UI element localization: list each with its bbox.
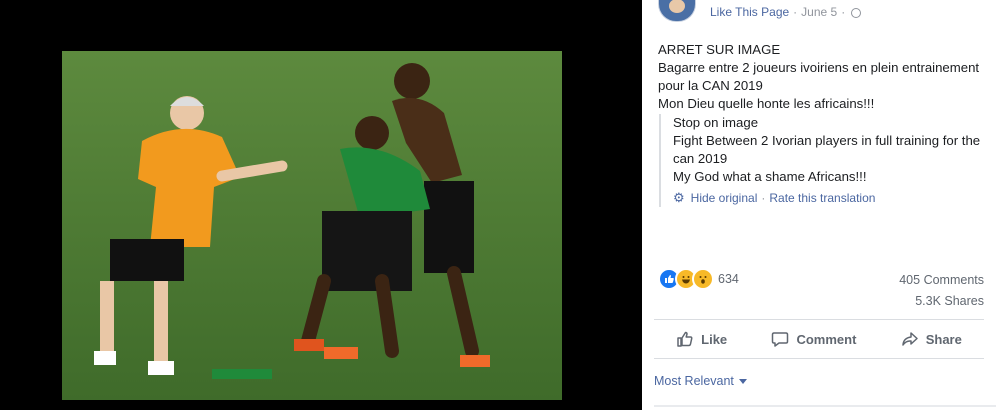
rate-translation-link[interactable]: Rate this translation [769,189,875,207]
post-text-line: Bagarre entre 2 joueurs ivoiriens en ple… [658,60,980,93]
translation-line: Stop on image [673,115,759,130]
like-page-link[interactable]: Like This Page [710,5,789,19]
share-label: Share [925,331,962,347]
translation-line: Fight Between 2 Ivorian players in full … [673,133,981,166]
post-header: Like This Page · June 5 · [658,0,862,24]
caret-down-icon [738,378,747,384]
like-label: Like [701,331,728,347]
photo-viewer [0,0,642,410]
post-text-line: Mon Dieu quelle honte les africains!!! [658,96,875,111]
comment-area-edge [654,405,996,407]
comment-button[interactable]: Comment [771,330,856,348]
engagement-counts: 405 Comments 5.3K Shares [899,270,984,312]
post-text-line: ARRET SUR IMAGE [658,42,781,57]
post-photo[interactable] [62,51,562,400]
comments-sort-dropdown[interactable]: Most Relevant [654,374,747,388]
header-separator-2: · [841,5,846,19]
translation-line: My God what a shame Africans!!! [673,169,867,184]
wow-reaction-icon [692,268,714,290]
post-actions: Like Comment Share [654,322,984,356]
globe-icon [851,8,862,18]
translation-block: Stop on image Fight Between 2 Ivorian pl… [659,114,996,207]
page-avatar[interactable] [658,0,696,22]
comment-icon [772,332,789,347]
header-separator: · [793,5,798,19]
divider [654,358,984,359]
comments-count-link[interactable]: 405 Comments [899,270,984,291]
post-date[interactable]: June 5 [801,5,837,19]
thumbs-up-icon [677,331,693,347]
comment-label: Comment [796,331,857,347]
post-sidebar: Like This Page · June 5 · ARRET SUR IMAG… [642,0,996,410]
divider [654,319,984,320]
share-icon [901,332,918,346]
post-text: ARRET SUR IMAGE Bagarre entre 2 joueurs … [658,41,988,113]
translation-separator: · [761,191,766,205]
hide-original-link[interactable]: Hide original [691,189,758,207]
gear-icon[interactable]: ⚙ [673,189,685,207]
like-button[interactable]: Like [676,330,727,348]
photo-illustration [62,51,562,400]
shares-count-link[interactable]: 5.3K Shares [899,291,984,312]
share-button[interactable]: Share [901,330,962,348]
reactions-summary[interactable]: 634 [658,268,739,290]
translation-actions: ⚙ Hide original · Rate this translation [673,189,996,207]
reaction-count: 634 [718,272,739,286]
comments-sort-label: Most Relevant [654,374,734,388]
